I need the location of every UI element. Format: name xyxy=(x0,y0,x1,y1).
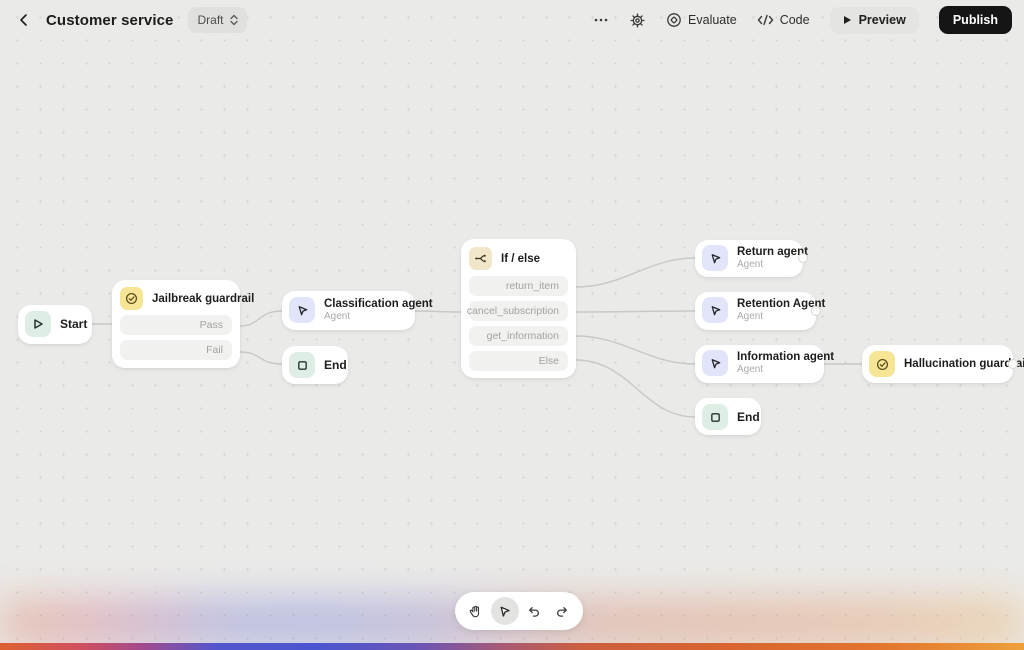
page-title: Customer service xyxy=(46,11,174,29)
play-icon xyxy=(25,311,51,337)
node-classification-agent[interactable]: Classification agent Agent xyxy=(282,291,433,330)
publish-button[interactable]: Publish xyxy=(938,6,1012,34)
agent-cursor-icon xyxy=(702,350,728,376)
back-button[interactable] xyxy=(12,8,36,32)
node-title: If / else xyxy=(501,252,540,265)
agent-cursor-icon xyxy=(289,297,315,323)
node-subtitle: Agent xyxy=(737,364,764,375)
undo-icon xyxy=(529,606,539,617)
canvas-tool-dock xyxy=(455,592,583,630)
agent-cursor-icon xyxy=(702,297,728,323)
branch-cancel-subscription: cancel_subscription xyxy=(467,301,568,321)
branch-pass: Pass xyxy=(120,315,232,335)
status-label: Draft xyxy=(197,13,224,27)
branch-get-information: get_information xyxy=(469,326,568,346)
undo-button[interactable] xyxy=(520,597,548,625)
code-button[interactable]: Code xyxy=(757,13,810,27)
evaluate-label: Evaluate xyxy=(688,13,737,27)
pan-tool-button[interactable] xyxy=(462,597,490,625)
node-return-agent[interactable]: Return agent Agent xyxy=(695,240,808,277)
node-title: End xyxy=(324,358,347,372)
node-title: Start xyxy=(60,317,88,331)
preview-label: Preview xyxy=(858,13,906,27)
ellipsis-icon xyxy=(594,18,608,22)
play-icon xyxy=(843,16,851,24)
branch-return-item: return_item xyxy=(469,276,568,296)
code-icon xyxy=(757,14,773,26)
agent-cursor-icon xyxy=(702,245,728,271)
select-tool-button[interactable] xyxy=(490,597,519,625)
node-title: Information agent xyxy=(737,351,835,363)
guardrail-check-icon xyxy=(120,287,143,310)
guardrail-check-icon xyxy=(869,351,895,377)
code-label: Code xyxy=(779,13,810,27)
cursor-icon xyxy=(500,606,510,617)
status-dropdown[interactable]: Draft xyxy=(187,7,247,33)
node-subtitle: Agent xyxy=(324,311,351,322)
branch-fail: Fail xyxy=(120,340,232,360)
redo-icon xyxy=(557,606,567,617)
gear-icon xyxy=(630,12,645,28)
chevron-left-icon xyxy=(20,14,27,26)
node-information-agent[interactable]: Information agent Agent xyxy=(695,345,834,383)
node-title: Hallucination guardrail xyxy=(904,358,1024,370)
more-options-button[interactable] xyxy=(593,12,609,28)
chevron-up-down-icon xyxy=(229,14,238,26)
node-end-lower[interactable]: End xyxy=(695,398,761,435)
node-retention-agent[interactable]: Retention Agent Agent xyxy=(695,292,825,330)
node-start[interactable]: Start xyxy=(18,305,92,344)
node-jailbreak-guardrail[interactable]: Jailbreak guardrail Pass Fail xyxy=(112,280,254,368)
node-subtitle: Agent xyxy=(737,259,764,270)
edge-cancel-retention xyxy=(575,310,696,313)
redo-button[interactable] xyxy=(549,597,577,625)
hand-icon xyxy=(469,605,480,617)
evaluate-icon xyxy=(667,13,681,27)
edge-fail-end xyxy=(239,351,283,365)
branch-icon xyxy=(469,247,492,270)
top-bar: Customer service Draft Evaluate Code Pre… xyxy=(0,0,1024,40)
node-end-upper[interactable]: End xyxy=(282,346,348,384)
preview-button[interactable]: Preview xyxy=(829,6,919,34)
node-title: Jailbreak guardrail xyxy=(152,292,255,305)
publish-label: Publish xyxy=(952,13,998,27)
edge-returnitem-returnagent xyxy=(575,257,696,288)
stop-square-icon xyxy=(289,352,315,378)
port-hallucination-guardrail[interactable] xyxy=(1008,359,1018,369)
port-retention-agent[interactable] xyxy=(811,306,821,316)
node-title: Classification agent xyxy=(324,298,433,310)
port-return-agent[interactable] xyxy=(798,253,808,263)
node-if-else[interactable]: If / else return_item cancel_subscriptio… xyxy=(461,239,576,378)
stop-square-icon xyxy=(702,404,728,430)
evaluate-button[interactable]: Evaluate xyxy=(666,12,737,28)
edge-else-end xyxy=(575,359,696,418)
settings-button[interactable] xyxy=(629,12,646,29)
node-title: End xyxy=(737,410,760,424)
branch-else: Else xyxy=(469,351,568,371)
edge-getinfo-information xyxy=(575,335,696,365)
edge-pass-classification xyxy=(239,310,283,327)
node-hallucination-guardrail[interactable]: Hallucination guardrail xyxy=(862,345,1024,383)
